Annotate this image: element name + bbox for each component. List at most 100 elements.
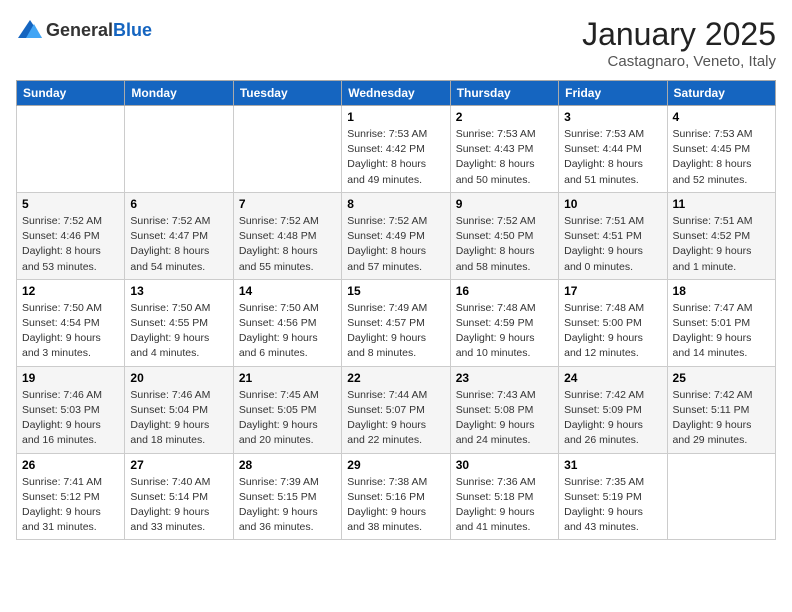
weekday-header-monday: Monday [125,81,233,106]
day-cell-9: 9Sunrise: 7:52 AMSunset: 4:50 PMDaylight… [450,192,558,279]
day-info-24: Sunrise: 7:42 AMSunset: 5:09 PMDaylight:… [564,388,661,449]
day-number-26: 26 [22,458,119,472]
day-cell-2: 2Sunrise: 7:53 AMSunset: 4:43 PMDaylight… [450,106,558,193]
day-info-14: Sunrise: 7:50 AMSunset: 4:56 PMDaylight:… [239,301,336,362]
day-cell-27: 27 Sunrise: 7:40 AMSunset: 5:14 PMDayligh… [125,453,233,540]
logo-general: General [46,20,113,40]
day-cell-29: 29Sunrise: 7:38 AMSunset: 5:16 PMDayligh… [342,453,450,540]
location-subtitle: Castagnaro, Veneto, Italy [582,53,776,70]
weekday-header-tuesday: Tuesday [233,81,341,106]
week-row-2: 5 Sunrise: 7:52 AMSunset: 4:46 PMDaylight… [17,192,776,279]
day-cell-12: 12Sunrise: 7:50 AMSunset: 4:54 PMDayligh… [17,279,125,366]
day-info-6: Sunrise: 7:52 AMSunset: 4:47 PMDaylight:… [130,214,227,275]
day-cell-3: 3 Sunrise: 7:53 AMSunset: 4:44 PMDaylight… [559,106,667,193]
day-number-24: 24 [564,371,661,385]
day-number-3: 3 [564,110,661,124]
week-row-3: 12Sunrise: 7:50 AMSunset: 4:54 PMDayligh… [17,279,776,366]
weekday-header-row: SundayMondayTuesdayWednesdayThursdayFrid… [17,81,776,106]
empty-cell [667,453,775,540]
day-info-20: Sunrise: 7:46 AMSunset: 5:04 PMDaylight:… [130,388,227,449]
day-info-11: Sunrise: 7:51 AMSunset: 4:52 PMDaylight:… [673,214,770,275]
day-cell-23: 23 Sunrise: 7:43 AMSunset: 5:08 PMDayligh… [450,366,558,453]
day-cell-5: 5 Sunrise: 7:52 AMSunset: 4:46 PMDaylight… [17,192,125,279]
day-info-23: Sunrise: 7:43 AMSunset: 5:08 PMDaylight:… [456,388,553,449]
day-info-10: Sunrise: 7:51 AMSunset: 4:51 PMDaylight:… [564,214,661,275]
day-cell-28: 28 Sunrise: 7:39 AMSunset: 5:15 PMDayligh… [233,453,341,540]
day-info-1: Sunrise: 7:53 AMSunset: 4:42 PMDaylight:… [347,127,444,188]
day-info-15: Sunrise: 7:49 AMSunset: 4:57 PMDaylight:… [347,301,444,362]
day-number-6: 6 [130,197,227,211]
day-info-2: Sunrise: 7:53 AMSunset: 4:43 PMDaylight:… [456,127,553,188]
weekday-header-thursday: Thursday [450,81,558,106]
day-number-20: 20 [130,371,227,385]
week-row-5: 26Sunrise: 7:41 AMSunset: 5:12 PMDayligh… [17,453,776,540]
day-info-27: Sunrise: 7:40 AMSunset: 5:14 PMDaylight:… [130,475,227,536]
day-cell-1: 1 Sunrise: 7:53 AMSunset: 4:42 PMDaylight… [342,106,450,193]
day-number-10: 10 [564,197,661,211]
logo-blue: Blue [113,20,152,40]
day-number-22: 22 [347,371,444,385]
day-number-27: 27 [130,458,227,472]
day-info-17: Sunrise: 7:48 AMSunset: 5:00 PMDaylight:… [564,301,661,362]
day-info-9: Sunrise: 7:52 AMSunset: 4:50 PMDaylight:… [456,214,553,275]
day-cell-25: 25 Sunrise: 7:42 AMSunset: 5:11 PMDayligh… [667,366,775,453]
day-info-28: Sunrise: 7:39 AMSunset: 5:15 PMDaylight:… [239,475,336,536]
day-number-18: 18 [673,284,770,298]
month-title: January 2025 [582,16,776,53]
day-info-21: Sunrise: 7:45 AMSunset: 5:05 PMDaylight:… [239,388,336,449]
day-info-13: Sunrise: 7:50 AMSunset: 4:55 PMDaylight:… [130,301,227,362]
day-cell-17: 17 Sunrise: 7:48 AMSunset: 5:00 PMDayligh… [559,279,667,366]
day-cell-21: 21 Sunrise: 7:45 AMSunset: 5:05 PMDayligh… [233,366,341,453]
day-number-14: 14 [239,284,336,298]
weekday-header-friday: Friday [559,81,667,106]
day-info-3: Sunrise: 7:53 AMSunset: 4:44 PMDaylight:… [564,127,661,188]
logo-icon [16,16,44,44]
day-number-25: 25 [673,371,770,385]
empty-cell [17,106,125,193]
day-info-5: Sunrise: 7:52 AMSunset: 4:46 PMDaylight:… [22,214,119,275]
day-info-16: Sunrise: 7:48 AMSunset: 4:59 PMDaylight:… [456,301,553,362]
day-number-12: 12 [22,284,119,298]
calendar: SundayMondayTuesdayWednesdayThursdayFrid… [16,80,776,540]
day-number-31: 31 [564,458,661,472]
day-number-8: 8 [347,197,444,211]
day-number-21: 21 [239,371,336,385]
day-info-31: Sunrise: 7:35 AMSunset: 5:19 PMDaylight:… [564,475,661,536]
day-cell-8: 8 Sunrise: 7:52 AMSunset: 4:49 PMDaylight… [342,192,450,279]
day-number-23: 23 [456,371,553,385]
day-number-1: 1 [347,110,444,124]
day-number-15: 15 [347,284,444,298]
week-row-4: 19 Sunrise: 7:46 AMSunset: 5:03 PMDayligh… [17,366,776,453]
day-number-17: 17 [564,284,661,298]
day-number-30: 30 [456,458,553,472]
day-cell-16: 16 Sunrise: 7:48 AMSunset: 4:59 PMDayligh… [450,279,558,366]
weekday-header-saturday: Saturday [667,81,775,106]
day-info-25: Sunrise: 7:42 AMSunset: 5:11 PMDaylight:… [673,388,770,449]
day-number-5: 5 [22,197,119,211]
day-cell-19: 19 Sunrise: 7:46 AMSunset: 5:03 PMDayligh… [17,366,125,453]
day-cell-20: 20 Sunrise: 7:46 AMSunset: 5:04 PMDayligh… [125,366,233,453]
day-number-28: 28 [239,458,336,472]
day-info-22: Sunrise: 7:44 AMSunset: 5:07 PMDaylight:… [347,388,444,449]
weekday-header-sunday: Sunday [17,81,125,106]
day-number-16: 16 [456,284,553,298]
day-info-29: Sunrise: 7:38 AMSunset: 5:16 PMDaylight:… [347,475,444,536]
empty-cell [125,106,233,193]
day-cell-6: 6 Sunrise: 7:52 AMSunset: 4:47 PMDaylight… [125,192,233,279]
day-cell-26: 26Sunrise: 7:41 AMSunset: 5:12 PMDayligh… [17,453,125,540]
day-info-18: Sunrise: 7:47 AMSunset: 5:01 PMDaylight:… [673,301,770,362]
day-cell-22: 22 Sunrise: 7:44 AMSunset: 5:07 PMDayligh… [342,366,450,453]
day-cell-14: 14 Sunrise: 7:50 AMSunset: 4:56 PMDayligh… [233,279,341,366]
logo: GeneralBlue [16,16,152,44]
day-info-19: Sunrise: 7:46 AMSunset: 5:03 PMDaylight:… [22,388,119,449]
day-number-11: 11 [673,197,770,211]
day-number-19: 19 [22,371,119,385]
day-cell-18: 18 Sunrise: 7:47 AMSunset: 5:01 PMDayligh… [667,279,775,366]
day-number-13: 13 [130,284,227,298]
empty-cell [233,106,341,193]
day-cell-4: 4Sunrise: 7:53 AMSunset: 4:45 PMDaylight… [667,106,775,193]
day-cell-10: 10 Sunrise: 7:51 AMSunset: 4:51 PMDayligh… [559,192,667,279]
day-info-8: Sunrise: 7:52 AMSunset: 4:49 PMDaylight:… [347,214,444,275]
title-block: January 2025 Castagnaro, Veneto, Italy [582,16,776,70]
day-cell-11: 11 Sunrise: 7:51 AMSunset: 4:52 PMDayligh… [667,192,775,279]
